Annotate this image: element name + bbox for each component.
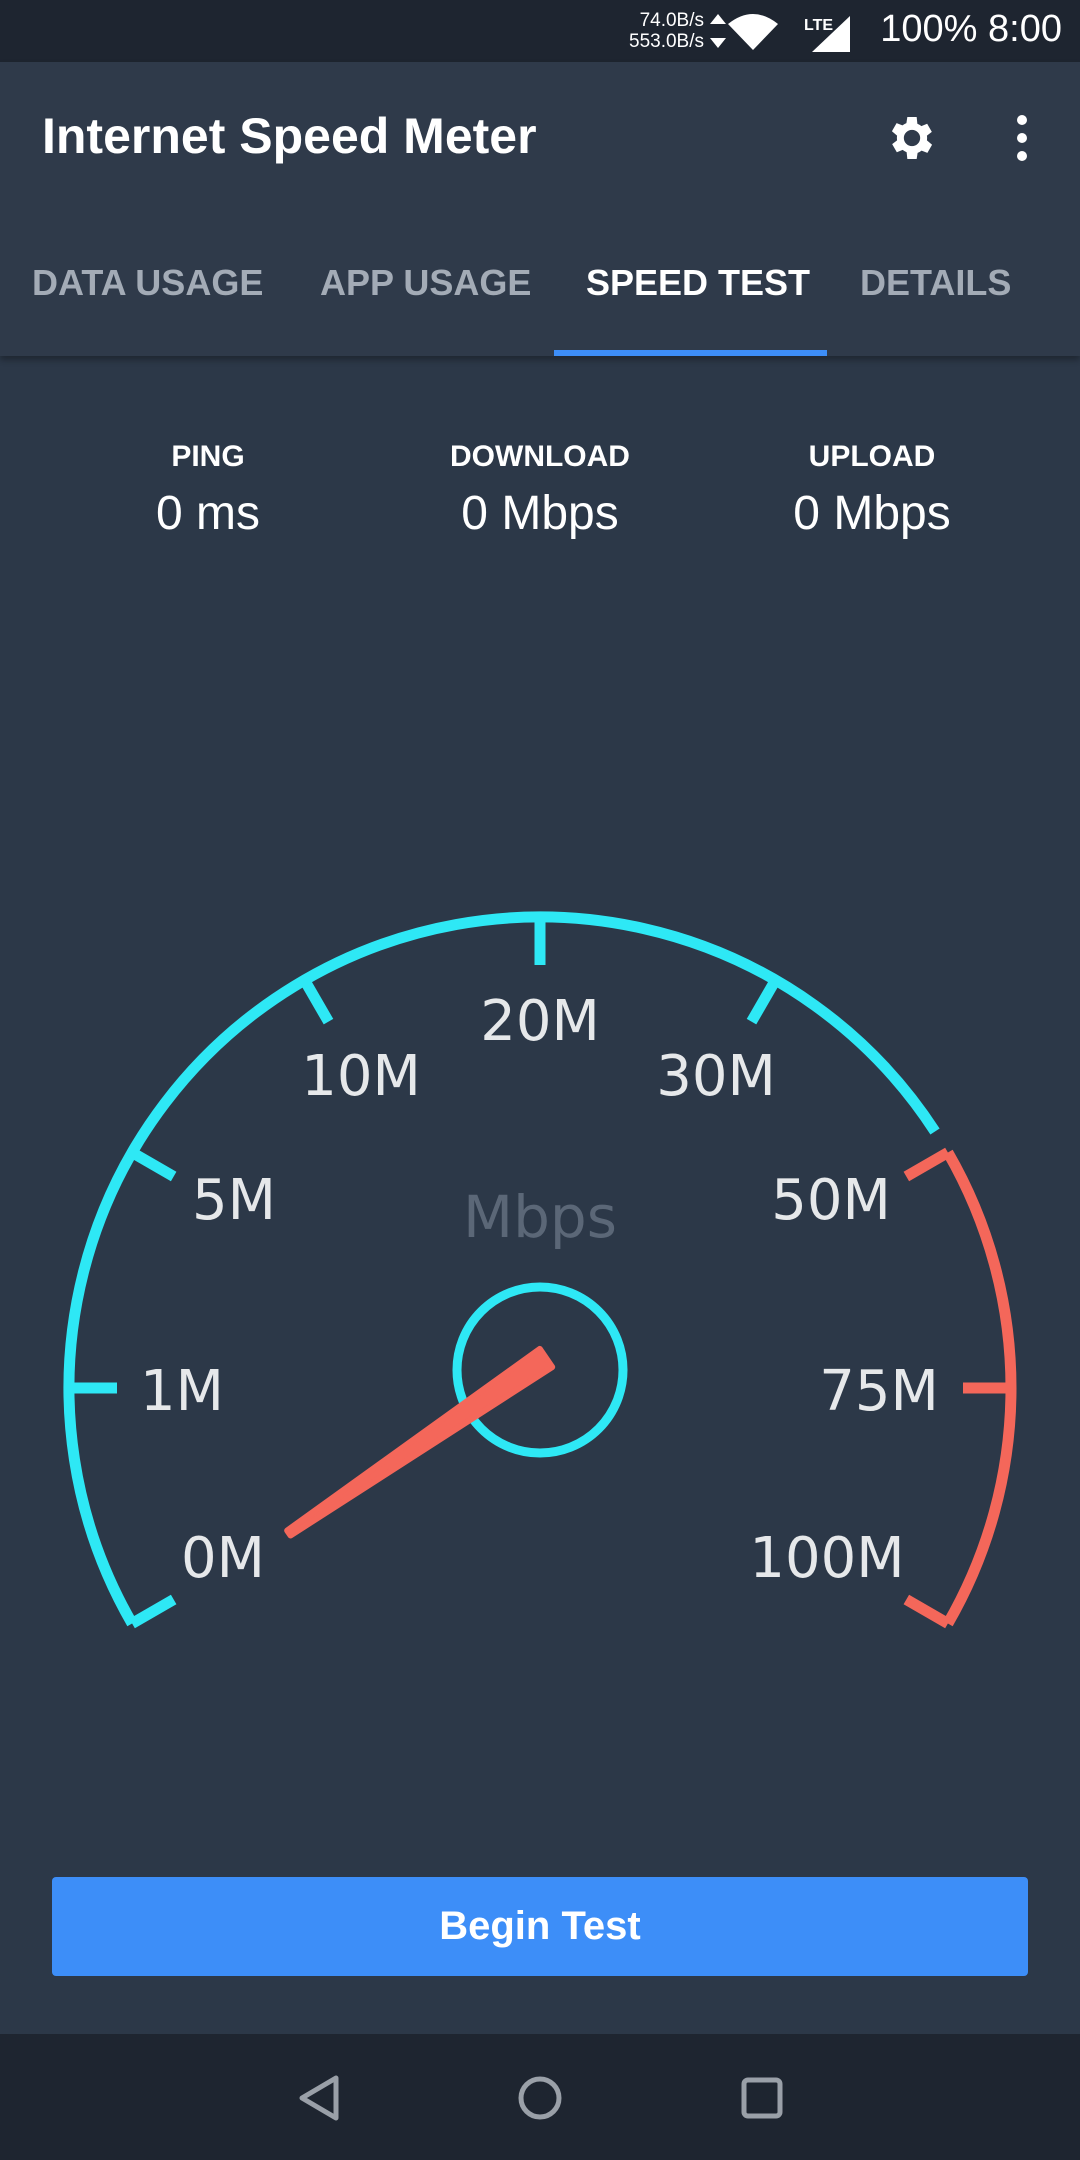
gauge-tick — [903, 1147, 951, 1182]
navigation-bar — [0, 2034, 1080, 2160]
active-tab-indicator — [554, 350, 827, 356]
wifi-icon — [728, 14, 778, 50]
home-icon[interactable] — [516, 2074, 564, 2122]
gauge-tick-label: 20M — [480, 989, 600, 1054]
battery-and-clock: 100% 8:00 — [880, 8, 1062, 51]
upload-rate: 74.0B/s — [639, 10, 704, 31]
download-stat: DOWNLOAD 0 Mbps — [375, 440, 705, 541]
status-bar: 74.0B/s 553.0B/s LTE 100% 8:00 — [0, 0, 1080, 62]
lte-label: LTE — [804, 17, 833, 34]
more-vert-icon[interactable] — [1004, 112, 1040, 164]
upload-label: UPLOAD — [808, 440, 936, 473]
download-value: 0 Mbps — [461, 487, 619, 540]
gauge-tick — [746, 977, 781, 1025]
gauge-tick-label: 100M — [749, 1526, 904, 1591]
gauge-tick-label: 75M — [819, 1359, 939, 1424]
data-activity-icon — [710, 14, 726, 48]
back-icon[interactable] — [296, 2074, 342, 2122]
gauge-tick — [903, 1594, 951, 1629]
download-label: DOWNLOAD — [450, 440, 630, 473]
battery-level: 100% — [880, 8, 978, 50]
download-rate: 553.0B/s — [629, 31, 704, 52]
tab-details[interactable]: DETAILS — [860, 262, 1011, 304]
app-bar: Internet Speed Meter DATA USAGE APP USAG… — [0, 62, 1080, 356]
gauge-tick-label: 5M — [192, 1168, 276, 1233]
gauge-tick-label: 1M — [140, 1359, 224, 1424]
clock: 8:00 — [988, 8, 1062, 50]
tab-data-usage[interactable]: DATA USAGE — [32, 262, 263, 304]
gauge-tick-label: 30M — [656, 1044, 776, 1109]
gauge-tick — [129, 1147, 177, 1182]
gauge-needle — [284, 1345, 556, 1539]
speed-gauge: 0M 1M 5M 10M 20M 30M 50M 75M 100M Mbps — [63, 911, 1017, 1629]
gear-icon[interactable] — [884, 110, 940, 166]
gauge-tick-label: 50M — [771, 1168, 891, 1233]
recents-icon[interactable] — [740, 2076, 784, 2120]
begin-test-button[interactable]: Begin Test — [52, 1877, 1028, 1976]
upload-value: 0 Mbps — [793, 487, 951, 540]
gauge-tick — [299, 977, 334, 1025]
ping-stat: PING 0 ms — [43, 440, 373, 541]
tab-app-usage[interactable]: APP USAGE — [320, 262, 531, 304]
tab-speed-test[interactable]: SPEED TEST — [586, 262, 810, 304]
ping-label: PING — [171, 440, 245, 473]
ping-value: 0 ms — [155, 487, 260, 540]
network-speed: 74.0B/s 553.0B/s — [612, 10, 704, 52]
gauge-tick-label: 10M — [301, 1044, 421, 1109]
app-title: Internet Speed Meter — [42, 108, 537, 164]
unit-label: Mbps — [463, 1183, 617, 1251]
gauge-tick-label: 0M — [181, 1526, 265, 1591]
gauge-tick — [129, 1594, 177, 1629]
upload-stat: UPLOAD 0 Mbps — [707, 440, 1037, 541]
signal-icons: LTE — [710, 14, 850, 52]
